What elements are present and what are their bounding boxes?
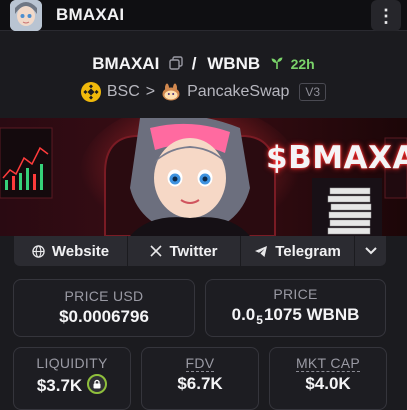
telegram-button[interactable]: Telegram <box>241 236 355 266</box>
liquidity-label: LIQUIDITY <box>36 355 108 371</box>
price-native-digits: 1075 WBNB <box>263 305 360 324</box>
lock-icon[interactable] <box>87 374 108 394</box>
website-button[interactable]: Website <box>14 236 128 266</box>
social-links-bar: Website Twitter Telegram <box>14 236 386 266</box>
more-menu-button[interactable]: ⋮ <box>371 0 401 31</box>
dex-version-badge: V3 <box>299 83 327 101</box>
chain-dex-row: BSC > PancakeSwap V3 <box>0 82 407 102</box>
price-usd-value: $0.0006796 <box>59 307 149 326</box>
copy-icon[interactable] <box>169 56 183 70</box>
chain-name[interactable]: BSC <box>107 83 140 101</box>
fdv-value: $6.7K <box>177 374 223 393</box>
telegram-label: Telegram <box>275 242 341 260</box>
twitter-button[interactable]: Twitter <box>128 236 241 266</box>
market-cap-card: MKT CAP $4.0K <box>269 347 387 410</box>
base-token-symbol: BMAXAI <box>92 54 160 73</box>
price-usd-card: PRICE USD $0.0006796 <box>13 279 195 337</box>
x-logo-icon <box>150 245 163 257</box>
dex-name[interactable]: PancakeSwap <box>187 83 289 101</box>
pair-age: 22h <box>290 56 315 72</box>
chevron-right-icon: > <box>145 83 156 100</box>
token-avatar <box>10 0 42 31</box>
market-cap-value: $4.0K <box>305 374 351 393</box>
price-native-prefix: 0.0 <box>231 305 256 324</box>
website-label: Website <box>51 242 110 260</box>
pair-title: BMAXAI / WBNB 22h <box>0 54 407 74</box>
liquidity-value-row: $3.7K <box>14 374 130 396</box>
quote-token-symbol: WBNB <box>207 54 261 73</box>
market-cap-label: MKT CAP <box>295 355 361 372</box>
price-native-zero-count: 5 <box>256 313 263 327</box>
price-usd-label: PRICE USD <box>64 288 144 304</box>
kebab-menu-icon: ⋮ <box>377 5 395 26</box>
telegram-icon <box>255 245 268 257</box>
fdv-label: FDV <box>185 355 215 372</box>
price-native-value: 0.051075 WBNB <box>206 305 385 327</box>
banner-headline: $BMAXAI <box>266 140 407 176</box>
chevron-down-icon <box>364 247 377 255</box>
liquidity-value: $3.7K <box>36 376 83 395</box>
app-title: BMAXAI <box>56 5 125 24</box>
fdv-card: FDV $6.7K <box>141 347 259 410</box>
more-links-button[interactable] <box>355 236 386 266</box>
top-bar: BMAXAI ⋮ <box>0 0 407 31</box>
bsc-icon <box>80 82 101 102</box>
twitter-label: Twitter <box>169 242 218 260</box>
pancakeswap-icon <box>161 82 181 102</box>
token-banner-image: $BMAXAI <box>0 118 407 236</box>
price-native-card: PRICE 0.051075 WBNB <box>205 279 386 337</box>
liquidity-card: LIQUIDITY $3.7K <box>13 347 131 410</box>
sprout-icon <box>271 57 283 69</box>
globe-icon <box>32 244 45 258</box>
price-native-label: PRICE <box>273 286 318 302</box>
pair-separator: / <box>191 54 197 73</box>
